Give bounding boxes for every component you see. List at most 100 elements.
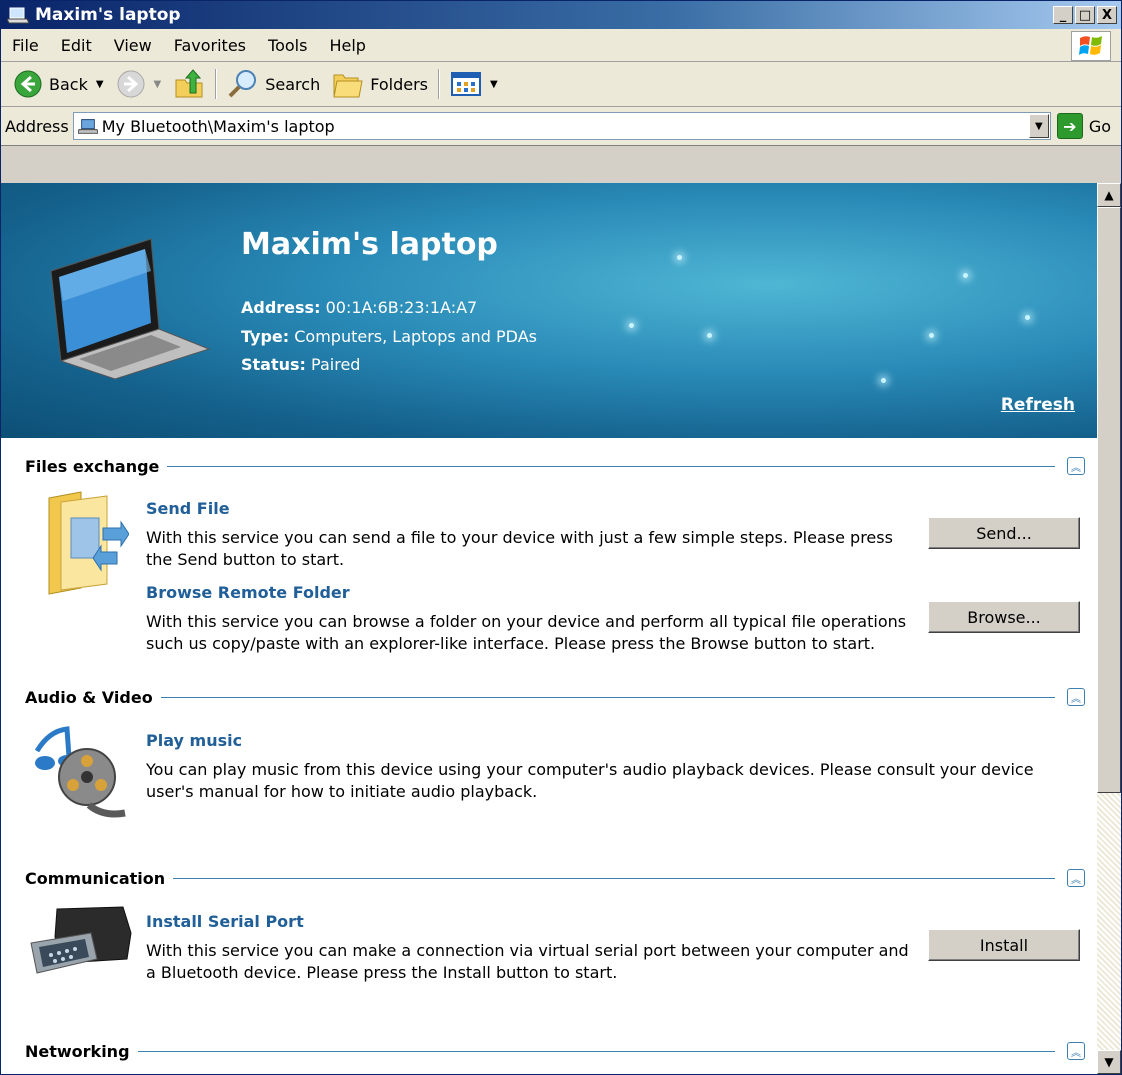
- device-banner: Maxim's laptop Address: 00:1A:6B:23:1A:A…: [1, 183, 1097, 438]
- device-status-row: Status: Paired: [241, 355, 360, 374]
- browse-folder-title[interactable]: Browse Remote Folder: [146, 583, 350, 602]
- scroll-down-icon[interactable]: ▼: [1097, 1050, 1121, 1074]
- up-folder-button[interactable]: [167, 65, 211, 103]
- views-icon: [451, 72, 481, 96]
- decor-dot: [1025, 315, 1030, 320]
- search-icon: [228, 70, 257, 98]
- refresh-link[interactable]: Refresh: [1001, 395, 1075, 415]
- serial-port-title[interactable]: Install Serial Port: [146, 912, 304, 931]
- decor-dot: [707, 333, 712, 338]
- back-button[interactable]: Back ▼: [7, 65, 110, 103]
- section-divider: [160, 696, 1055, 698]
- send-file-title[interactable]: Send File: [146, 499, 230, 518]
- decor-dot: [929, 333, 934, 338]
- window-title: Maxim's laptop: [35, 5, 181, 25]
- views-button[interactable]: ▼: [444, 65, 504, 103]
- toolbar-separator: [215, 69, 218, 99]
- title-bar[interactable]: Maxim's laptop _ □ X: [1, 1, 1121, 29]
- menu-help[interactable]: Help: [318, 36, 376, 55]
- views-dropdown-icon[interactable]: ▼: [490, 79, 498, 90]
- menu-edit[interactable]: Edit: [50, 36, 103, 55]
- browse-folder-description: With this service you can browse a folde…: [146, 612, 907, 653]
- device-status-label: Status:: [241, 355, 306, 374]
- section-title: Files exchange: [25, 456, 160, 476]
- device-address-row: Address: 00:1A:6B:23:1A:A7: [241, 298, 477, 317]
- go-arrow-icon: ➔: [1056, 113, 1083, 139]
- go-label: Go: [1088, 116, 1111, 136]
- collapse-icon[interactable]: ︽: [1067, 869, 1085, 887]
- decor-dot: [677, 255, 682, 260]
- search-label: Search: [265, 74, 321, 94]
- folder-transfer-icon: [48, 491, 129, 595]
- content-pane: Maxim's laptop Address: 00:1A:6B:23:1A:A…: [1, 183, 1097, 1074]
- menu-view[interactable]: View: [103, 36, 163, 55]
- search-button[interactable]: Search: [221, 65, 326, 103]
- device-status-value: Paired: [311, 355, 361, 374]
- address-dropdown-icon[interactable]: ▼: [1028, 114, 1049, 138]
- device-type-value: Computers, Laptops and PDAs: [294, 327, 537, 346]
- bluetooth-laptop-icon: [7, 7, 29, 24]
- folders-button[interactable]: Folders: [326, 65, 434, 103]
- menu-tools[interactable]: Tools: [257, 36, 318, 55]
- address-value: My Bluetooth\Maxim's laptop: [101, 116, 335, 136]
- laptop-icon: [50, 238, 211, 380]
- scroll-thumb[interactable]: [1097, 207, 1121, 793]
- device-address-value: 00:1A:6B:23:1A:A7: [325, 298, 478, 317]
- forward-button[interactable]: ▼: [110, 65, 168, 103]
- back-label: Back: [49, 74, 88, 94]
- section-audio-video: Audio & Video ︽: [25, 686, 1085, 708]
- up-folder-icon: [175, 69, 203, 98]
- menu-file[interactable]: File: [1, 36, 50, 55]
- back-dropdown-icon[interactable]: ▼: [96, 79, 104, 90]
- section-title: Audio & Video: [25, 687, 153, 707]
- address-input[interactable]: My Bluetooth\Maxim's laptop ▼: [72, 112, 1051, 140]
- minimize-button[interactable]: _: [1053, 6, 1073, 24]
- decor-dot: [629, 323, 634, 328]
- section-divider: [167, 465, 1055, 467]
- windows-logo-icon: [1071, 31, 1111, 61]
- scroll-up-icon[interactable]: ▲: [1097, 183, 1121, 207]
- section-files-exchange: Files exchange ︽: [25, 455, 1085, 477]
- section-title: Networking: [25, 1041, 130, 1061]
- play-music-title[interactable]: Play music: [146, 731, 242, 750]
- explorer-window: Maxim's laptop _ □ X File Edit View Favo…: [0, 0, 1122, 1075]
- vertical-scrollbar[interactable]: ▲ ▼: [1097, 183, 1121, 1074]
- device-type-label: Type:: [241, 327, 290, 346]
- device-type-row: Type: Computers, Laptops and PDAs: [241, 327, 537, 346]
- forward-arrow-icon: [117, 70, 145, 98]
- maximize-button[interactable]: □: [1075, 6, 1095, 24]
- toolbar-separator: [438, 69, 440, 99]
- music-film-icon: [34, 726, 126, 818]
- send-file-description: With this service you can send a file to…: [146, 528, 893, 569]
- collapse-icon[interactable]: ︽: [1067, 457, 1085, 475]
- section-communication: Communication ︽: [25, 867, 1085, 889]
- bluetooth-laptop-icon: [77, 119, 98, 134]
- menu-favorites[interactable]: Favorites: [163, 36, 257, 55]
- forward-dropdown-icon[interactable]: ▼: [154, 79, 162, 90]
- decor-dot: [963, 273, 968, 278]
- menu-bar: File Edit View Favorites Tools Help: [1, 29, 1121, 62]
- serial-port-icon: [30, 906, 132, 974]
- folders-icon: [333, 74, 363, 98]
- section-title: Communication: [25, 868, 166, 888]
- decor-dot: [881, 378, 886, 383]
- address-bar: Address My Bluetooth\Maxim's laptop ▼ ➔ …: [1, 107, 1121, 146]
- serial-port-description: With this service you can make a connect…: [146, 941, 909, 982]
- go-button[interactable]: ➔ Go: [1051, 113, 1121, 139]
- browse-button[interactable]: Browse...: [928, 601, 1080, 633]
- send-button[interactable]: Send...: [928, 517, 1080, 549]
- section-divider: [173, 877, 1055, 879]
- collapse-icon[interactable]: ︽: [1067, 688, 1085, 706]
- section-networking: Networking ︽: [25, 1040, 1085, 1062]
- address-label: Address: [5, 116, 69, 136]
- install-button[interactable]: Install: [928, 929, 1080, 961]
- back-arrow-icon: [14, 70, 42, 98]
- collapse-icon[interactable]: ︽: [1067, 1042, 1085, 1060]
- device-name: Maxim's laptop: [241, 227, 498, 262]
- folders-label: Folders: [370, 74, 428, 94]
- play-music-description: You can play music from this device usin…: [146, 760, 1034, 801]
- device-address-label: Address:: [241, 298, 321, 317]
- toolbar: Back ▼ ▼ Search Folders ▼: [1, 62, 1121, 107]
- section-divider: [137, 1050, 1055, 1052]
- close-button[interactable]: X: [1097, 6, 1117, 24]
